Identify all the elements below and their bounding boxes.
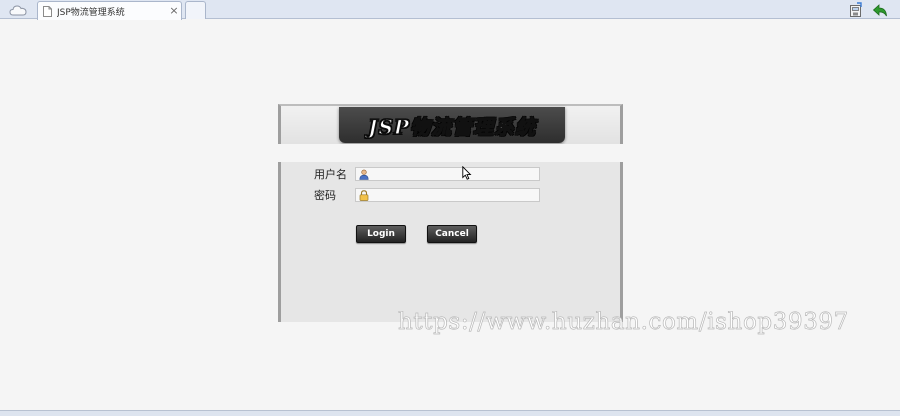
panel-header: JSP物流管理系统 [281,106,620,144]
browser-tab-bar: JSP物流管理系统 × [0,0,900,20]
username-row: 用户名 [281,166,620,182]
back-arrow-icon[interactable] [872,2,888,18]
user-icon [359,169,369,180]
active-tab[interactable]: JSP物流管理系统 × [37,1,182,20]
title-plate: JSP物流管理系统 [339,107,565,143]
tab-title: JSP物流管理系统 [57,7,125,18]
password-label: 密码 [314,189,336,202]
password-row: 密码 [281,187,620,203]
password-input[interactable] [372,189,538,201]
username-field-box[interactable] [355,167,540,181]
watermark-text: https://www.huzhan.com/ishop39397 [398,309,849,336]
username-label: 用户名 [314,168,347,181]
page-icon [43,5,52,17]
new-tab-button[interactable] [185,1,206,19]
cancel-button[interactable]: Cancel [427,225,477,243]
tab-close-icon[interactable]: × [167,4,181,18]
lock-icon [359,190,369,201]
password-field-box[interactable] [355,188,540,202]
login-panel: JSP物流管理系统 用户名 密码 Login Cancel [278,104,629,322]
toolbar-icons [848,1,888,18]
status-bar [0,410,900,416]
mouse-cursor-icon [462,166,472,180]
header-divider [278,144,629,162]
cloud-home-icon [9,3,27,17]
username-input[interactable] [372,168,538,180]
save-page-icon[interactable] [848,1,864,18]
system-title: JSP物流管理系统 [367,114,536,139]
home-button[interactable] [4,1,32,18]
login-button[interactable]: Login [356,225,406,243]
